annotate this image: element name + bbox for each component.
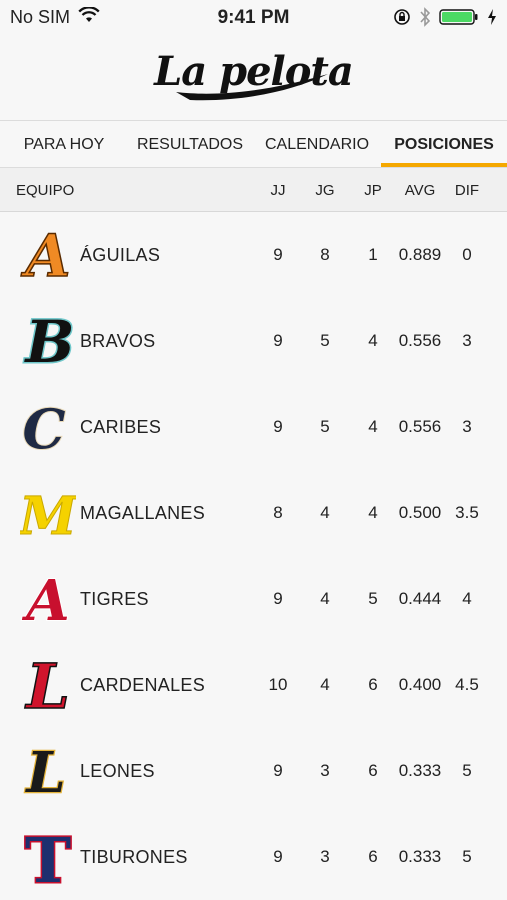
battery-icon — [439, 8, 479, 31]
table-row[interactable]: C CARIBES 9 5 4 0.556 3 — [0, 384, 507, 470]
table-row[interactable]: L CARDENALES 10 4 6 0.400 4.5 — [0, 642, 507, 728]
cell-jp: 5 — [368, 589, 378, 608]
cell-jp: 4 — [368, 331, 378, 350]
team-name: TIGRES — [80, 589, 149, 609]
cell-jg: 3 — [320, 761, 330, 780]
svg-text:L: L — [24, 656, 70, 714]
tab-calendario[interactable]: CALENDARIO — [258, 121, 376, 167]
cell-dif: 4 — [462, 589, 472, 608]
header-dif: DIF — [454, 182, 480, 199]
cell-jp: 4 — [368, 417, 378, 436]
cell-jg: 5 — [320, 417, 330, 436]
cell-avg: 0.889 — [398, 245, 442, 264]
cell-jp: 6 — [368, 675, 378, 694]
table-row[interactable]: A TIGRES 9 4 5 0.444 4 — [0, 556, 507, 642]
cell-avg: 0.556 — [398, 331, 442, 350]
table-row[interactable]: L LEONES 9 3 6 0.333 5 — [0, 728, 507, 814]
cell-jj: 9 — [273, 761, 283, 780]
team-logo-icon: L — [23, 742, 67, 800]
cell-dif: 3 — [462, 417, 472, 436]
team-logo-icon: L — [23, 656, 70, 714]
cell-dif: 5 — [462, 847, 472, 866]
cell-dif: 3.5 — [455, 503, 479, 522]
cell-jg: 3 — [320, 847, 330, 866]
cell-avg: 0.500 — [398, 503, 442, 522]
cell-avg: 0.333 — [398, 761, 442, 780]
cell-jp: 6 — [368, 761, 378, 780]
tab-bar: PARA HOY RESULTADOS CALENDARIO POSICIONE… — [0, 120, 507, 168]
cell-jj: 9 — [273, 245, 283, 264]
cell-jg: 4 — [320, 503, 330, 522]
table-row[interactable]: T TIBURONES 9 3 6 0.333 5 — [0, 814, 507, 900]
cell-jg: 4 — [320, 675, 330, 694]
cell-dif: 5 — [462, 761, 472, 780]
svg-text:C: C — [23, 398, 66, 456]
team-logo-icon: A — [20, 570, 70, 628]
team-name: ÁGUILAS — [80, 245, 161, 265]
cell-dif: 3 — [462, 331, 472, 350]
tab-para-hoy[interactable]: PARA HOY — [14, 121, 114, 167]
charging-icon — [487, 8, 497, 31]
logo-text: La pelota — [154, 47, 354, 95]
cell-jj: 9 — [273, 589, 283, 608]
svg-text:A: A — [20, 226, 70, 284]
svg-text:A: A — [21, 570, 69, 628]
tab-posiciones[interactable]: POSICIONES — [381, 121, 507, 167]
table-row[interactable]: A ÁGUILAS 9 8 1 0.889 0 — [0, 212, 507, 298]
cell-avg: 0.400 — [398, 675, 442, 694]
team-name: TIBURONES — [80, 847, 188, 867]
header-team: EQUIPO — [16, 182, 75, 199]
team-name: CARDENALES — [80, 675, 206, 695]
cell-jg: 4 — [320, 589, 330, 608]
team-logo-icon: M — [20, 486, 76, 543]
bluetooth-icon — [419, 7, 431, 32]
svg-text:M: M — [20, 486, 76, 542]
team-logo-icon: T — [23, 828, 72, 886]
orientation-lock-icon — [393, 8, 411, 31]
cell-dif: 4.5 — [455, 675, 479, 694]
cell-avg: 0.333 — [398, 847, 442, 866]
team-logo-icon: B — [22, 312, 76, 370]
header-jg: JG — [315, 182, 335, 199]
cell-jp: 1 — [368, 245, 378, 264]
standings-list: A ÁGUILAS 9 8 1 0.889 0 B BRAVOS 9 5 4 0… — [0, 212, 507, 900]
cell-avg: 0.556 — [398, 417, 442, 436]
table-row[interactable]: B BRAVOS 9 5 4 0.556 3 — [0, 298, 507, 384]
cell-jj: 9 — [273, 331, 283, 350]
cell-jp: 6 — [368, 847, 378, 866]
table-row[interactable]: M MAGALLANES 8 4 4 0.500 3.5 — [0, 470, 507, 556]
header-jj: JJ — [270, 182, 286, 199]
cell-jp: 4 — [368, 503, 378, 522]
svg-text:T: T — [25, 828, 71, 886]
team-name: LEONES — [80, 761, 155, 781]
team-name: BRAVOS — [80, 331, 156, 351]
cell-jg: 5 — [320, 331, 330, 350]
cell-jg: 8 — [320, 245, 330, 264]
cell-jj: 9 — [273, 417, 283, 436]
cell-avg: 0.444 — [398, 589, 442, 608]
team-name: CARIBES — [80, 417, 162, 437]
standings-header: EQUIPO JJ JG JP AVG DIF — [0, 168, 507, 212]
svg-text:L: L — [24, 742, 65, 800]
tab-resultados[interactable]: RESULTADOS — [130, 121, 250, 167]
header-jp: JP — [364, 182, 382, 199]
cell-jj: 8 — [273, 503, 283, 522]
svg-text:B: B — [23, 312, 74, 370]
status-bar: No SIM 9:41 PM — [0, 0, 507, 34]
header-avg: AVG — [404, 182, 436, 199]
team-logo-icon: A — [20, 226, 71, 284]
cell-jj: 9 — [273, 847, 283, 866]
team-logo-icon: C — [22, 398, 67, 456]
team-name: MAGALLANES — [80, 503, 206, 523]
app-logo: La pelota — [0, 34, 507, 120]
cell-dif: 0 — [462, 245, 472, 264]
cell-jj: 10 — [268, 675, 288, 694]
status-right — [393, 7, 497, 32]
